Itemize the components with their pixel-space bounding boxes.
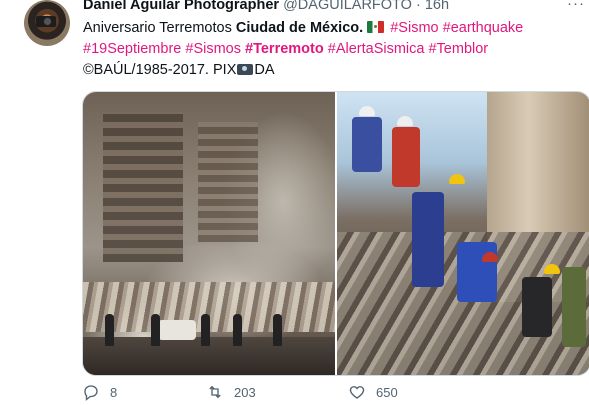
photo-person-shape [151,314,160,346]
hashtag-sismo[interactable]: #Sismo [390,20,438,36]
photo-helmet-shape [359,106,375,116]
camera-icon [237,64,254,75]
photo-worker-shape [522,277,552,337]
photo-collapsed-building[interactable] [83,92,335,375]
photo-building-shape [198,122,258,242]
tweet-media-grid [82,91,589,376]
reply-icon [84,385,98,401]
author-avatar[interactable] [24,0,70,46]
retweet-button[interactable]: 203 [206,383,256,401]
credit-text-2: DA [254,62,275,78]
photo-person-shape [273,314,282,346]
hashtag-temblor[interactable]: #Temblor [428,41,488,57]
avatar-lens-shape [43,17,52,26]
text-part: Aniversario Terremotos [83,20,236,36]
author-name[interactable]: Daniel Aguilar Photographer [83,0,279,13]
like-count: 650 [376,384,398,400]
photo-person-shape [233,314,242,346]
photo-person-shape [201,314,210,346]
reply-button[interactable]: 8 [82,383,117,401]
tweet-text: Aniversario Terremotos Ciudad de México.… [83,18,573,81]
hashtag-terremoto[interactable]: #Terremoto [245,41,324,57]
retweet-icon [209,385,221,399]
mexico-flag-icon [367,21,385,33]
photo-worker-shape [562,267,586,347]
photo-helmet-shape [544,264,560,274]
hashtag-sismos[interactable]: #Sismos [185,41,241,57]
credit-text-1: ©BAÚL/1985-2017. PIX [83,62,237,78]
hashtag-19septiembre[interactable]: #19Septiembre [83,41,181,57]
hashtag-alertasismica[interactable]: #AlertaSismica [328,41,425,57]
tweet-timestamp[interactable]: 16h [425,0,449,13]
photo-helmet-shape [449,174,465,184]
photo-helmet-shape [397,116,413,126]
tweet-header: Daniel Aguilar Photographer @DAGUILARFOT… [83,0,449,14]
photo-building-shape [103,112,183,262]
header-separator: · [415,0,421,13]
photo-worker-shape [392,127,420,187]
photo-worker-shape [412,192,444,287]
photo-worker-shape [352,117,382,172]
photo-car-shape [158,320,196,340]
photo-person-shape [105,314,114,346]
reply-count: 8 [110,384,118,400]
hashtag-earthquake[interactable]: #earthquake [443,20,524,36]
photo-helmet-shape [482,252,498,262]
text-bold-city: Ciudad de México. [235,20,364,36]
photo-rescue-workers[interactable] [337,92,589,375]
retweet-count: 203 [234,384,256,400]
photo-worker-shape [457,242,497,302]
more-icon[interactable]: ··· [567,0,585,12]
like-button[interactable]: 650 [348,383,398,401]
heart-icon [349,386,365,399]
author-handle[interactable]: @DAGUILARFOTO [283,0,412,13]
